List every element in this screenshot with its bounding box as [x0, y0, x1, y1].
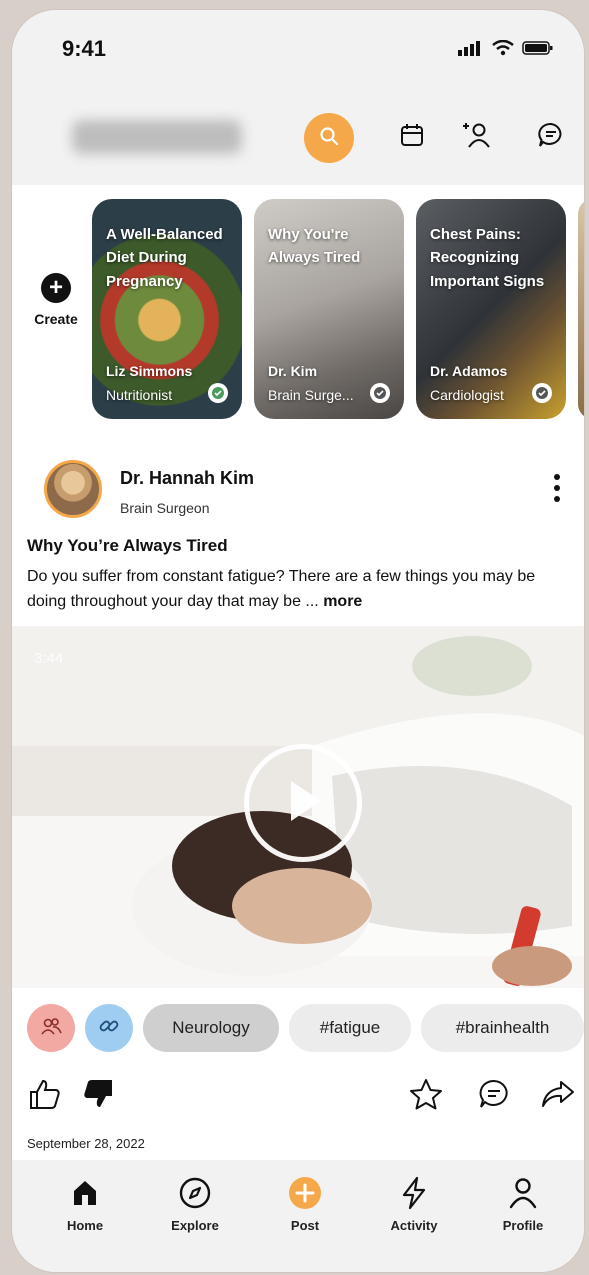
story-card[interactable]: Why You're Always Tired Dr. Kim Brain Su…: [254, 199, 404, 419]
status-time: 9:41: [62, 36, 107, 61]
tab-home[interactable]: Home: [45, 1176, 125, 1233]
verified-badge-icon: [532, 383, 552, 403]
search-icon: [318, 125, 340, 152]
post-body: Do you suffer from constant fatigue? The…: [27, 565, 567, 615]
post-actions: [12, 1068, 584, 1124]
story-card[interactable]: A Well-Balanced Diet During Pregnancy Li…: [92, 199, 242, 419]
tag-neurology[interactable]: Neurology: [143, 1004, 279, 1052]
read-more-link[interactable]: more: [323, 593, 362, 610]
plus-circle-icon: [288, 1176, 322, 1210]
story-title: Why You're Always Tired: [268, 226, 361, 267]
battery-icon: [522, 40, 554, 61]
app-header: [12, 90, 584, 185]
video-duration: 3:44: [34, 650, 64, 667]
story-card[interactable]: Chest Pains: Recognizing Important Signs…: [416, 199, 566, 419]
play-button[interactable]: [244, 744, 362, 862]
share-button[interactable]: [538, 1076, 578, 1116]
tab-label: Explore: [171, 1218, 219, 1233]
tab-post[interactable]: Post: [265, 1176, 345, 1233]
post-date: September 28, 2022: [27, 1136, 145, 1151]
link-tag-button[interactable]: [85, 1004, 133, 1052]
share-arrow-icon: [541, 1079, 575, 1114]
add-user-icon: [462, 121, 492, 154]
wifi-icon: [492, 39, 514, 61]
save-button[interactable]: [406, 1076, 446, 1116]
comment-icon: [478, 1078, 510, 1115]
tab-label: Home: [66, 1218, 104, 1233]
post-header: Dr. Hannah Kim Brain Surgeon: [12, 440, 584, 540]
plus-icon: +: [41, 273, 71, 303]
verified-badge-icon: [370, 383, 390, 403]
calendar-button[interactable]: [395, 120, 429, 154]
author-name[interactable]: Dr. Hannah Kim: [120, 468, 254, 489]
messages-button[interactable]: [534, 120, 568, 154]
people-icon: [40, 1017, 62, 1040]
tag-fatigue[interactable]: #fatigue: [289, 1004, 411, 1052]
app-logo: [72, 120, 242, 154]
post-video[interactable]: 3:44: [12, 626, 584, 988]
signal-icon: [458, 40, 484, 61]
story-author: Dr. Kim: [268, 363, 318, 379]
thumbs-up-icon: [28, 1078, 62, 1115]
bottom-tab-bar: Home Explore Post Activity Profile: [12, 1160, 584, 1272]
story-card-partial[interactable]: [578, 199, 584, 419]
lightning-icon: [397, 1176, 431, 1210]
post-body-text: Do you suffer from constant fatigue? The…: [27, 568, 536, 610]
link-icon: [98, 1015, 120, 1042]
story-title: A Well-Balanced Diet During Pregnancy: [106, 226, 223, 290]
author-avatar[interactable]: [44, 460, 102, 518]
post-tags: Neurology #fatigue #brainhealth: [12, 998, 584, 1058]
tab-activity[interactable]: Activity: [374, 1176, 454, 1233]
stories-row: + Create A Well-Balanced Diet During Pre…: [12, 185, 584, 435]
dislike-button[interactable]: [78, 1076, 118, 1116]
tab-label: Post: [290, 1218, 320, 1233]
comment-button[interactable]: [474, 1076, 514, 1116]
add-user-button[interactable]: [460, 120, 494, 154]
story-role: Nutritionist: [106, 387, 173, 403]
create-label: Create: [34, 311, 78, 327]
star-icon: [409, 1078, 443, 1115]
tab-explore[interactable]: Explore: [155, 1176, 235, 1233]
story-author: Dr. Adamos: [430, 363, 508, 379]
verified-badge-icon: [208, 383, 228, 403]
post-title: Why You’re Always Tired: [27, 536, 228, 555]
compass-icon: [178, 1176, 212, 1210]
like-button[interactable]: [25, 1076, 65, 1116]
tag-brainhealth[interactable]: #brainhealth: [421, 1004, 584, 1052]
tab-label: Activity: [390, 1218, 438, 1233]
home-icon: [68, 1176, 102, 1210]
more-dot: [554, 474, 560, 480]
status-bar: 9:41: [12, 10, 584, 90]
tab-profile[interactable]: Profile: [483, 1176, 563, 1233]
thumbs-down-icon: [81, 1078, 115, 1115]
calendar-icon: [399, 122, 425, 153]
chat-icon: [537, 121, 565, 154]
create-story-button[interactable]: + Create: [28, 273, 84, 327]
tab-label: Profile: [502, 1218, 544, 1233]
story-role: Brain Surge...: [268, 387, 354, 403]
person-icon: [506, 1176, 540, 1210]
story-role: Cardiologist: [430, 387, 504, 403]
phone-screen: 9:41 + Create A Well-Balanced Diet Durin…: [12, 10, 584, 1272]
status-icons: [458, 39, 554, 61]
play-icon: [281, 777, 325, 830]
author-role: Brain Surgeon: [120, 500, 210, 516]
more-options-button[interactable]: [552, 474, 562, 502]
more-dot: [554, 496, 560, 502]
more-dot: [554, 485, 560, 491]
story-author: Liz Simmons: [106, 363, 193, 379]
group-tag-button[interactable]: [27, 1004, 75, 1052]
story-title: Chest Pains: Recognizing Important Signs: [430, 226, 545, 290]
search-button[interactable]: [304, 113, 354, 163]
